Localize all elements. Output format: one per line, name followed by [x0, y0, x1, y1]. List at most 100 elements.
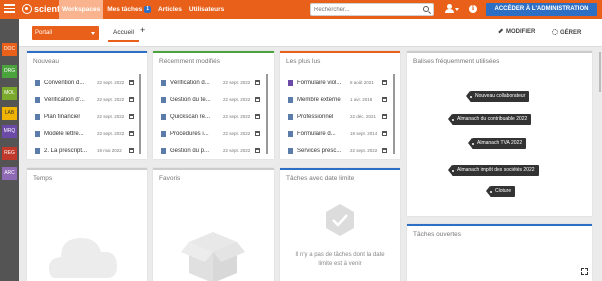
box-icon — [181, 232, 245, 281]
scrollbar[interactable] — [393, 74, 395, 154]
main-nav: Workspaces Mes tâches 1 Articles Utilisat… — [59, 0, 228, 19]
tag-nouveau-collaborateur[interactable]: Nouveau collaborateur — [465, 91, 530, 102]
panel-title: Tâches ouvertes — [413, 231, 462, 238]
list-item[interactable]: Membre externe — [288, 95, 348, 104]
document-date: 22 sept. 2022 — [223, 131, 251, 136]
nav-articles[interactable]: Articles — [155, 0, 185, 19]
panel-title: Favoris — [159, 175, 181, 182]
search-input[interactable] — [314, 5, 414, 15]
list-item[interactable]: Procédures i... — [161, 129, 221, 138]
document-date: 19 mai 2022 — [97, 148, 122, 153]
list-item[interactable]: Quickscan re... — [161, 112, 221, 121]
list-item[interactable]: Modèle lettre... — [35, 129, 95, 138]
add-tab-button[interactable]: + — [140, 25, 145, 35]
sidebar-item-org[interactable]: ORG — [2, 65, 17, 78]
panel-title: Les plus lus — [286, 58, 321, 65]
sidebar-item-doc[interactable]: DOC — [2, 43, 17, 56]
document-name: Vérification d'... — [44, 96, 85, 103]
search-box — [310, 3, 434, 16]
list-item[interactable]: Vérification d'... — [35, 95, 95, 104]
document-icon — [161, 96, 166, 103]
list-item[interactable]: Gestion du te... — [161, 95, 221, 104]
panel-taches-ouvertes: Tâches ouvertes — [407, 224, 592, 281]
expand-icon[interactable] — [581, 268, 588, 275]
portal-select[interactable]: Portail — [32, 26, 99, 40]
nav-workspaces[interactable]: Workspaces — [59, 0, 104, 19]
sidebar-item-arc[interactable]: ARC — [2, 167, 17, 180]
document-name: Modèle lettre... — [44, 130, 84, 137]
document-icon — [35, 113, 40, 120]
top-bar: scienta Workspaces Mes tâches 1 Articles … — [0, 0, 602, 19]
tag-almanach-contribuable[interactable]: Almanach du contribuable 2022 — [447, 114, 532, 125]
user-menu-icon[interactable] — [445, 4, 459, 15]
cloud-icon — [49, 238, 117, 278]
nav-utilisateurs[interactable]: Utilisateurs — [186, 0, 227, 19]
sidebar-item-mrq[interactable]: MRQ — [2, 125, 17, 138]
document-icon — [35, 79, 40, 86]
empty-state-text: Il n'y a pas de tâches dont la date limi… — [285, 251, 395, 269]
tag-almanach-impot-societes[interactable]: Almanach impôt des sociétés 2022 — [448, 165, 539, 176]
calendar-icon — [255, 114, 260, 119]
panel-title: Nouveau — [33, 58, 60, 65]
document-date: 22 sept. 2022 — [223, 97, 251, 102]
document-name: Gestion du p... — [170, 147, 210, 154]
document-icon — [288, 96, 293, 103]
nav-mes-taches[interactable]: Mes tâches 1 — [104, 0, 154, 19]
chevron-down-icon — [91, 32, 95, 35]
chevron-down-icon — [455, 8, 459, 11]
document-name: Procédures i... — [170, 130, 209, 137]
document-name: Membre externe — [297, 96, 341, 103]
document-name: Vérification d... — [170, 79, 210, 86]
gerer-label: GÉRER — [560, 30, 582, 36]
scrollbar[interactable] — [266, 74, 268, 154]
panel-taches-date-limite: Tâches avec date limite Il n'y a pas de … — [280, 168, 400, 281]
gerer-button[interactable]: GÉRER — [552, 29, 581, 36]
modifier-button[interactable]: MODIFIER — [498, 27, 536, 35]
panel-title: Récemment modifiés — [159, 58, 221, 65]
list-item[interactable]: Professionnel — [288, 112, 348, 121]
sidebar-item-reg[interactable]: REG — [2, 147, 17, 160]
list-item[interactable]: Formulaire d... — [288, 129, 348, 138]
document-date: 22 sept. 2022 — [97, 97, 125, 102]
portal-select-label: Portail — [35, 30, 53, 36]
document-name: Convention d... — [44, 79, 85, 86]
scienta-logo-icon — [22, 4, 32, 14]
hamburger-menu-icon[interactable] — [4, 4, 15, 15]
sidebar-item-mol[interactable]: MOL — [2, 87, 17, 100]
calendar-icon — [255, 148, 260, 153]
sidebar-item-lab[interactable]: LAB — [2, 107, 17, 120]
calendar-icon — [255, 131, 260, 136]
tag-almanach-tva[interactable]: Almanach TVA 2022 — [467, 138, 527, 149]
info-icon[interactable]: i — [469, 5, 477, 13]
admin-button[interactable]: ACCÉDER À L'ADMINISTRATION — [486, 3, 597, 16]
calendar-icon — [129, 114, 134, 119]
panel-title: Tâches avec date limite — [286, 175, 355, 182]
scrollbar[interactable] — [139, 74, 141, 154]
workspace-sidebar: DOC ORG MOL LAB MRQ REG ARC — [0, 19, 19, 281]
document-date: 18 sept. 2014 — [350, 131, 378, 136]
tag-cloture[interactable]: Cloture — [485, 186, 516, 197]
list-item[interactable]: Convention d... — [35, 78, 95, 87]
search-icon[interactable] — [423, 6, 429, 12]
list-item[interactable]: Plan financier — [35, 112, 95, 121]
document-icon — [161, 113, 166, 120]
document-date: 22 déc. 2021 — [350, 114, 377, 119]
calendar-icon — [129, 131, 134, 136]
tab-accueil[interactable]: Accueil — [108, 24, 139, 42]
pencil-icon — [498, 27, 503, 33]
list-item[interactable]: Gestion du p... — [161, 146, 221, 155]
list-item[interactable]: Services presc... — [288, 146, 348, 155]
document-date: 22 sept. 2022 — [97, 114, 125, 119]
document-date: 22 sept. 2022 — [223, 114, 251, 119]
panel-nouveau: Nouveau Convention d... 22 sept. 2022 Véri… — [27, 51, 147, 159]
document-icon — [288, 147, 293, 154]
modifier-label: MODIFIER — [506, 29, 536, 35]
page-scrollbar[interactable] — [599, 52, 601, 92]
list-item[interactable]: Formulaire viol... — [288, 78, 348, 87]
document-name: Quickscan re... — [170, 113, 211, 120]
list-item[interactable]: 2. La prescript... — [35, 146, 95, 155]
workspace-toolbar: Portail Accueil + MODIFIER GÉRER — [19, 19, 602, 47]
list-item[interactable]: Vérification d... — [161, 78, 221, 87]
nav-label: Workspaces — [62, 6, 101, 13]
document-date: 22 sept. 2022 — [350, 148, 378, 153]
